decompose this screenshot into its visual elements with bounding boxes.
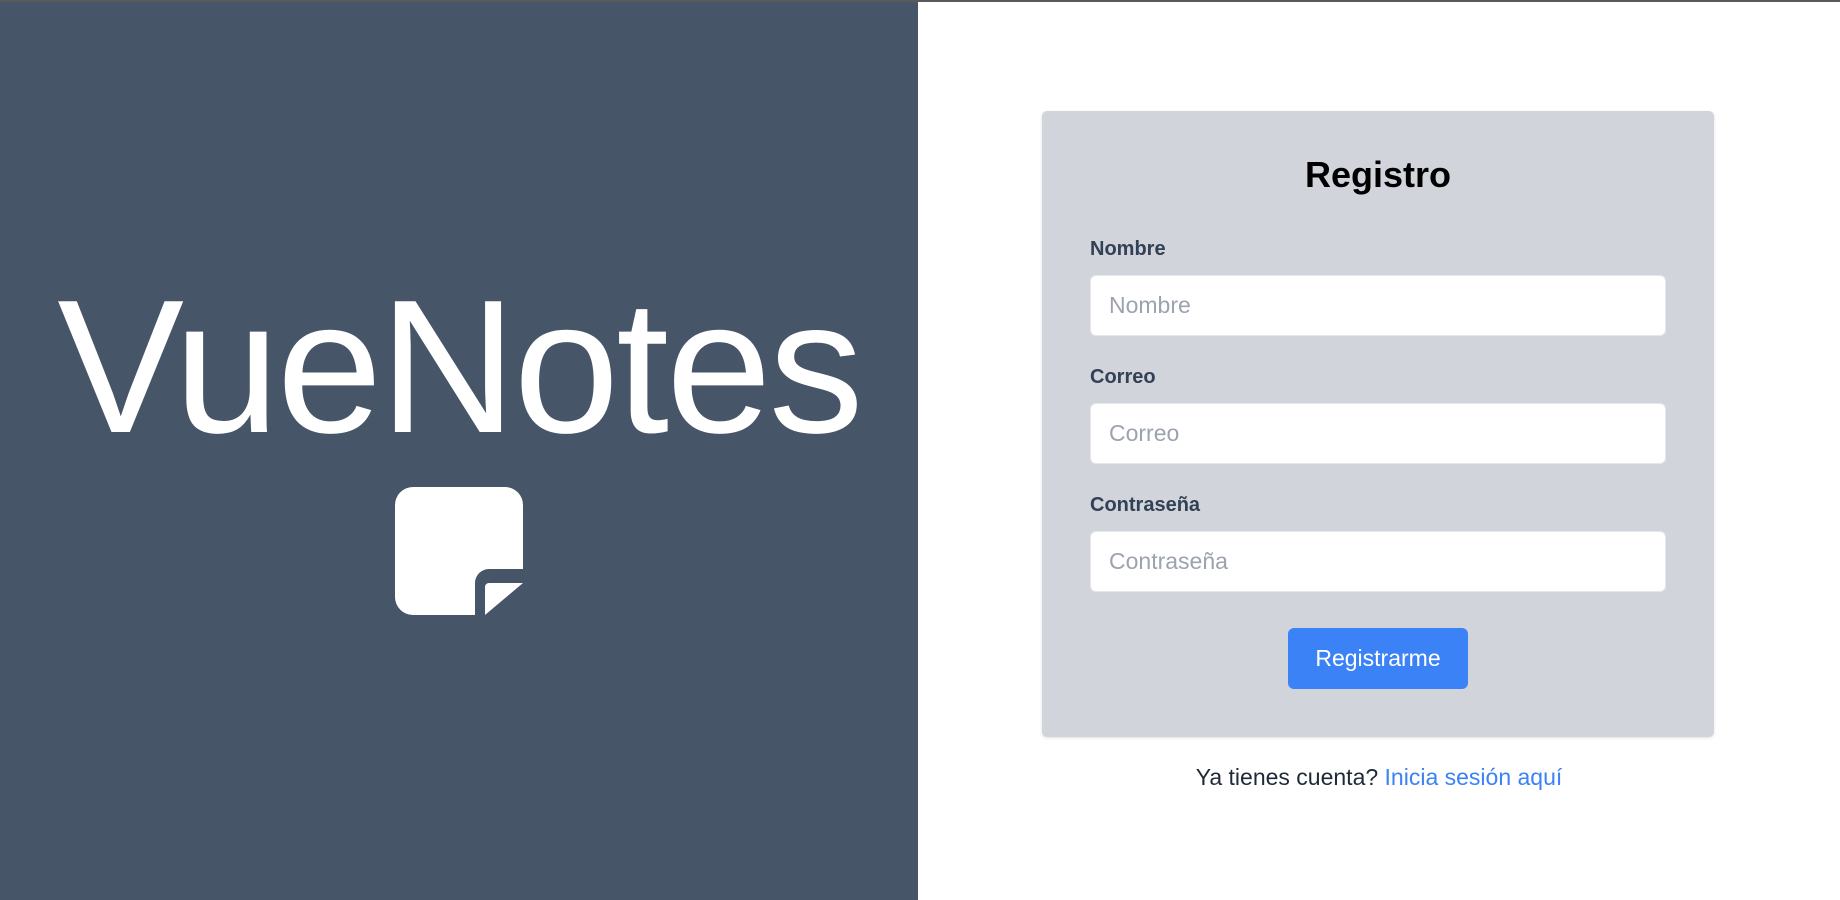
register-card: Registro Nombre Correo Contraseña Regist… xyxy=(1042,111,1714,737)
form-title: Registro xyxy=(1304,154,1452,195)
password-input[interactable] xyxy=(1090,531,1666,592)
sticky-note-icon xyxy=(395,487,523,615)
login-prompt-text: Ya tienes cuenta? xyxy=(1195,764,1379,790)
password-field-group: Contraseña xyxy=(1090,493,1666,592)
password-label: Contraseña xyxy=(1090,494,1201,516)
register-button[interactable]: Registrarme xyxy=(1288,628,1468,689)
name-field-group: Nombre xyxy=(1090,237,1666,336)
register-page: VueNotes Registro Nombre Correo Contrase… xyxy=(0,0,1840,900)
login-link[interactable]: Inicia sesión aquí xyxy=(1385,764,1563,790)
brand-panel: VueNotes xyxy=(0,2,918,900)
name-label: Nombre xyxy=(1090,238,1166,260)
email-input[interactable] xyxy=(1090,403,1666,464)
email-label: Correo xyxy=(1090,366,1156,388)
form-panel: Registro Nombre Correo Contraseña Regist… xyxy=(918,2,1840,900)
brand-logo-text: VueNotes xyxy=(57,261,863,473)
email-field-group: Correo xyxy=(1090,365,1666,464)
login-prompt: Ya tienes cuenta? Inicia sesión aquí xyxy=(918,764,1840,791)
name-input[interactable] xyxy=(1090,275,1666,336)
